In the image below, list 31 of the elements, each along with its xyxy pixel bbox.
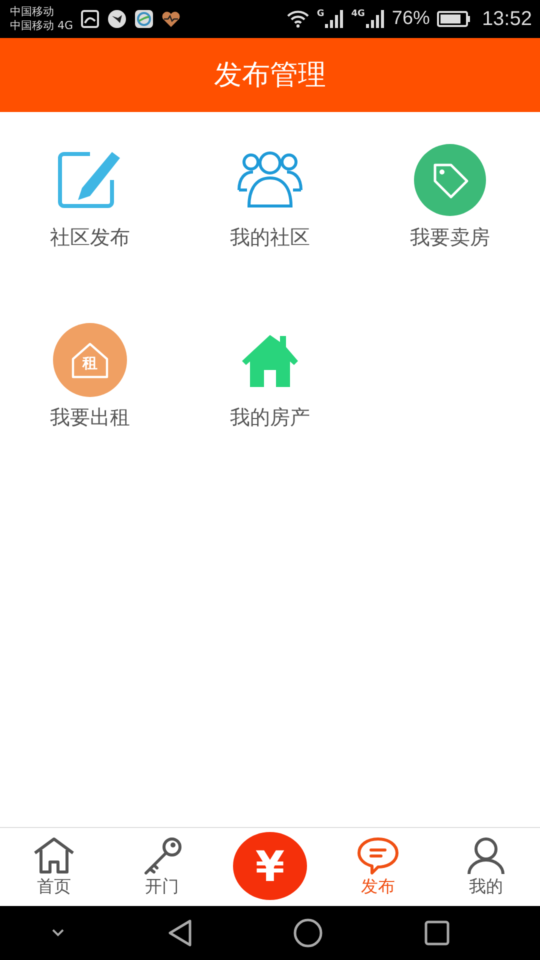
wifi-icon (286, 10, 310, 28)
image-icon (80, 9, 100, 29)
network-type: 4G (351, 9, 365, 19)
signal-icon (364, 9, 385, 29)
battery-percent: 76% (392, 8, 430, 30)
menu-item-label[interactable]: 我要出租 (50, 404, 130, 431)
carrier-name: 中国移动 (10, 5, 55, 19)
tab[interactable]: 首页 (32, 836, 76, 898)
publish-button[interactable]: ¥ (233, 832, 307, 900)
back-icon[interactable] (166, 919, 193, 947)
battery-icon (436, 10, 471, 28)
chat-icon (356, 836, 400, 876)
network-type: G (316, 9, 324, 19)
page-title: 发布管理 (214, 57, 326, 93)
recents-icon[interactable] (424, 920, 450, 946)
heart-icon (161, 10, 182, 28)
tab[interactable]: 开门 (140, 836, 184, 898)
clock-time: 13:52 (482, 8, 532, 30)
globe-icon (134, 9, 154, 29)
chevron-down-icon[interactable] (50, 928, 66, 938)
home-circle-icon[interactable] (293, 918, 324, 948)
home-icon (32, 836, 76, 876)
carrier-name: 中国移动 4G (10, 19, 74, 33)
signal-icon (324, 9, 344, 29)
people-icon[interactable] (237, 150, 303, 210)
menu-item-label[interactable]: 我的社区 (230, 224, 310, 251)
menu-item-label[interactable]: 我的房产 (230, 404, 310, 431)
menu-item-label[interactable]: 我要卖房 (410, 224, 490, 251)
menu-item-label[interactable]: 社区发布 (50, 224, 130, 251)
tab[interactable]: 我的 (464, 836, 508, 898)
tab[interactable]: 发布 (356, 836, 400, 898)
